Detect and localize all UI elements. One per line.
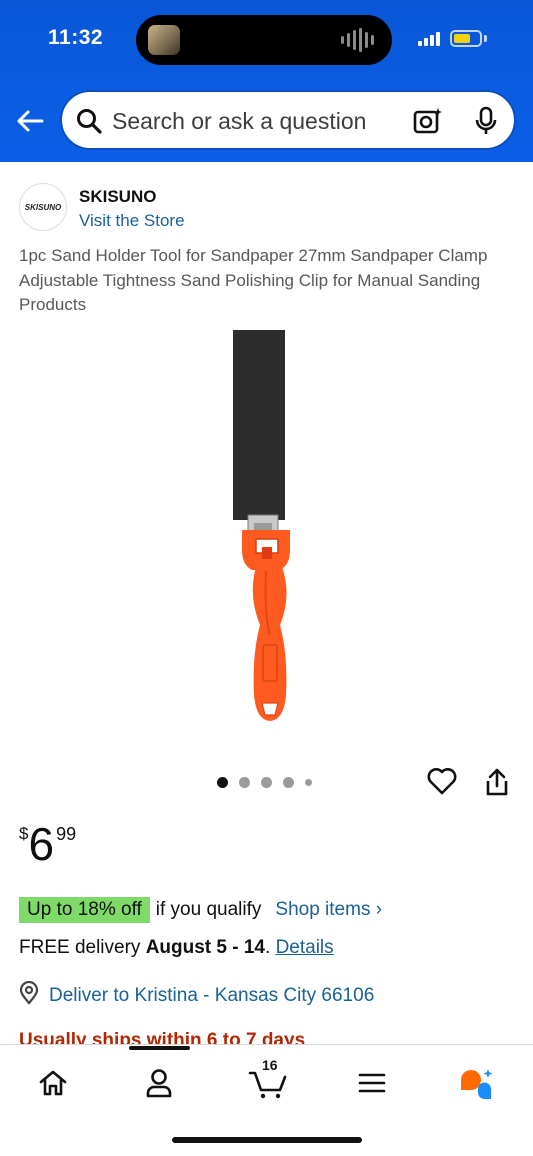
visit-store-link[interactable]: Visit the Store	[79, 211, 185, 231]
nav-account[interactable]	[139, 1063, 179, 1103]
carousel-dot-4[interactable]	[283, 777, 294, 788]
menu-icon	[358, 1073, 386, 1093]
signal-icon	[418, 32, 440, 46]
active-tab-indicator	[129, 1046, 190, 1050]
delivery-prefix: FREE delivery	[19, 937, 146, 958]
product-title: 1pc Sand Holder Tool for Sandpaper 27mm …	[19, 246, 488, 314]
now-playing-thumbnail	[148, 25, 180, 55]
deal-qualify-text: if you qualify	[155, 899, 262, 920]
search-icon	[76, 108, 102, 139]
price: $ 6 99	[19, 818, 76, 870]
home-indicator	[172, 1137, 362, 1143]
top-bar: 11:32 Search or ask a question	[0, 0, 533, 162]
delivery-info: FREE delivery August 5 - 14. Details	[19, 937, 334, 959]
price-whole: 6	[28, 818, 55, 870]
image-carousel-dots[interactable]	[217, 777, 312, 788]
deal-row: Up to 18% off if you qualify Shop items …	[19, 897, 382, 923]
deliver-to-row[interactable]: Deliver to Kristina - Kansas City 66106	[19, 980, 374, 1011]
audio-wave-icon	[341, 28, 374, 52]
carousel-dot-5[interactable]	[305, 779, 312, 786]
heart-icon[interactable]	[427, 767, 457, 800]
cart-count: 16	[262, 1057, 278, 1073]
nav-menu[interactable]	[352, 1063, 392, 1103]
dynamic-island	[136, 15, 392, 65]
price-fraction: 99	[56, 824, 77, 844]
brand-logo[interactable]: SKISUNO	[19, 183, 67, 231]
deliver-to-link[interactable]: Deliver to Kristina - Kansas City 66106	[49, 985, 374, 1007]
home-icon	[39, 1070, 67, 1096]
nav-cart[interactable]: 16	[246, 1057, 290, 1103]
brand-name: SKISUNO	[79, 187, 157, 206]
share-icon[interactable]	[484, 767, 510, 802]
carousel-dot-2[interactable]	[239, 777, 250, 788]
account-icon	[146, 1069, 172, 1098]
search-bar[interactable]: Search or ask a question	[60, 90, 516, 150]
shop-items-link[interactable]: Shop items ›	[275, 899, 382, 921]
rufus-assistant-icon	[461, 1069, 493, 1099]
search-input[interactable]: Search or ask a question	[112, 108, 366, 135]
delivery-details-link[interactable]: Details	[276, 937, 334, 958]
nav-home[interactable]	[33, 1063, 73, 1103]
microphone-icon[interactable]	[474, 106, 498, 141]
location-pin-icon	[19, 980, 39, 1011]
delivery-separator: .	[265, 937, 276, 958]
camera-search-icon[interactable]	[412, 106, 444, 141]
back-arrow-icon[interactable]	[14, 104, 46, 138]
deal-badge: Up to 18% off	[19, 897, 150, 923]
delivery-dates: August 5 - 14	[145, 937, 266, 958]
brand-row: SKISUNO SKISUNO Visit the Store	[19, 183, 499, 233]
status-time: 11:32	[48, 26, 104, 49]
price-symbol: $	[19, 824, 29, 843]
carousel-dot-1[interactable]	[217, 777, 228, 788]
product-image[interactable]	[120, 325, 413, 730]
battery-icon	[450, 30, 482, 47]
carousel-dot-3[interactable]	[261, 777, 272, 788]
nav-rufus[interactable]	[456, 1063, 496, 1103]
